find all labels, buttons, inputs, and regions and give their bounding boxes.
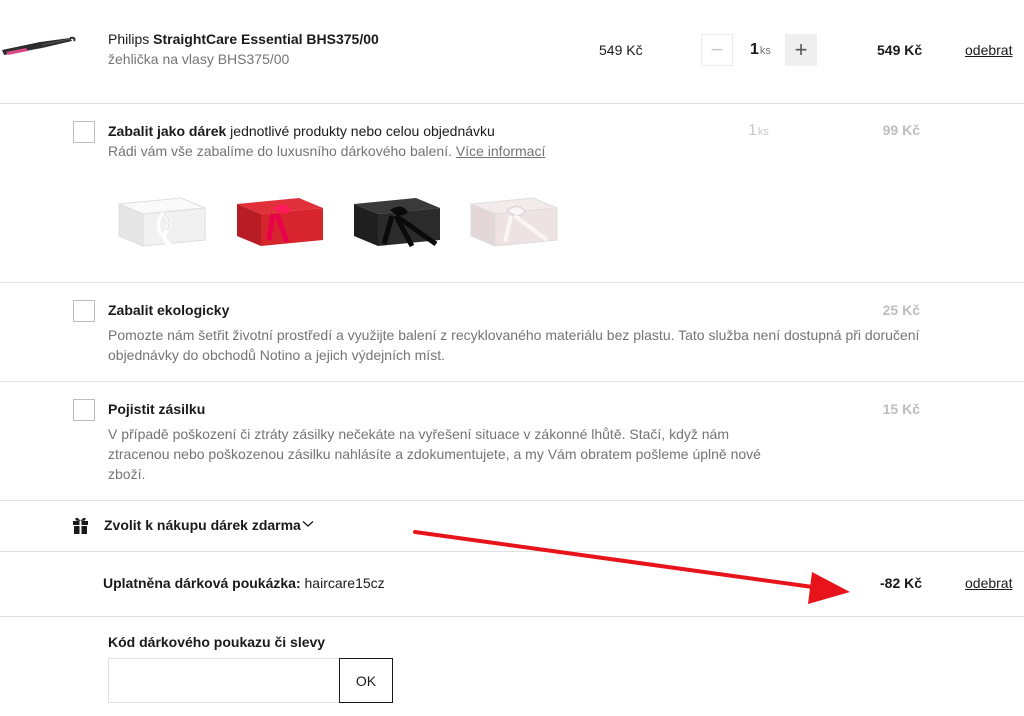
divider (0, 551, 1024, 552)
gift-wrap-quantity-number: 1 (748, 122, 757, 139)
gift-wrap-quantity-unit: ks (757, 126, 769, 138)
gift-box-option-white[interactable] (115, 190, 207, 252)
insurance-checkbox[interactable] (73, 399, 95, 421)
free-gift-toggle[interactable]: Zvolit k nákupu dárek zdarma (104, 517, 301, 533)
insurance-price: 15 Kč (882, 401, 920, 417)
chevron-down-icon[interactable] (302, 520, 314, 528)
divider (0, 103, 1024, 104)
gift-wrap-checkbox[interactable] (73, 121, 95, 143)
eco-wrap-checkbox[interactable] (73, 300, 95, 322)
product-brand[interactable]: Philips (108, 31, 149, 47)
divider (0, 282, 1024, 283)
product-image[interactable] (0, 28, 78, 64)
discount-code-input[interactable] (108, 658, 340, 703)
remove-product-link[interactable]: odebrat (965, 42, 1012, 58)
gift-wrap-description-text: Rádi vám vše zabalíme do luxusního dárko… (108, 143, 452, 159)
divider (0, 616, 1024, 617)
gift-wrap-quantity: 1ks (748, 122, 769, 140)
gift-wrap-title-rest: jednotlivé produkty nebo celou objednávk… (226, 123, 495, 139)
applied-voucher-label: Uplatněna dárková poukázka: (103, 575, 301, 591)
applied-voucher-code: haircare15cz (300, 575, 385, 591)
gift-icon[interactable] (72, 516, 89, 534)
product-model[interactable]: StraightCare Essential BHS375/00 (153, 31, 379, 47)
quantity-decrease-button[interactable]: − (701, 34, 733, 66)
eco-wrap-description: Pomozte nám šetřit životní prostředí a v… (108, 327, 920, 363)
quantity-increase-button[interactable]: + (785, 34, 817, 66)
insurance-title: Pojistit zásilku (108, 401, 206, 417)
divider (0, 381, 1024, 382)
remove-voucher-link[interactable]: odebrat (965, 575, 1012, 591)
gift-box-option-red[interactable] (233, 190, 325, 252)
gift-wrap-description: Rádi vám vše zabalíme do luxusního dárko… (108, 141, 545, 161)
more-info-link[interactable]: Více informací (456, 143, 545, 159)
gift-box-option-pink[interactable] (467, 190, 559, 252)
quantity-value: 1ks (750, 41, 771, 59)
line-total: 549 Kč (877, 42, 923, 58)
divider (0, 500, 1024, 501)
apply-code-button[interactable]: OK (339, 658, 393, 703)
applied-voucher: Uplatněna dárková poukázka: haircare15cz (103, 575, 385, 591)
annotation-arrow (413, 530, 850, 604)
product-subtitle: žehlička na vlasy BHS375/00 (108, 51, 290, 67)
insurance-description: V případě poškození či ztráty zásilky ne… (108, 426, 761, 482)
gift-wrap-title-bold: Zabalit jako dárek (108, 123, 227, 139)
quantity-number: 1 (750, 41, 759, 58)
eco-wrap-title: Zabalit ekologicky (108, 302, 230, 318)
voucher-discount-amount: -82 Kč (880, 575, 923, 591)
gift-wrap-title: Zabalit jako dárek jednotlivé produkty n… (108, 123, 495, 139)
eco-wrap-price: 25 Kč (882, 302, 920, 318)
gift-wrap-price: 99 Kč (882, 122, 920, 138)
product-name[interactable]: Philips StraightCare Essential BHS375/00 (108, 31, 379, 47)
gift-box-option-black[interactable] (350, 190, 442, 252)
unit-price: 549 Kč (599, 42, 643, 58)
discount-code-label: Kód dárkového poukazu či slevy (108, 634, 326, 650)
quantity-unit: ks (759, 45, 771, 57)
